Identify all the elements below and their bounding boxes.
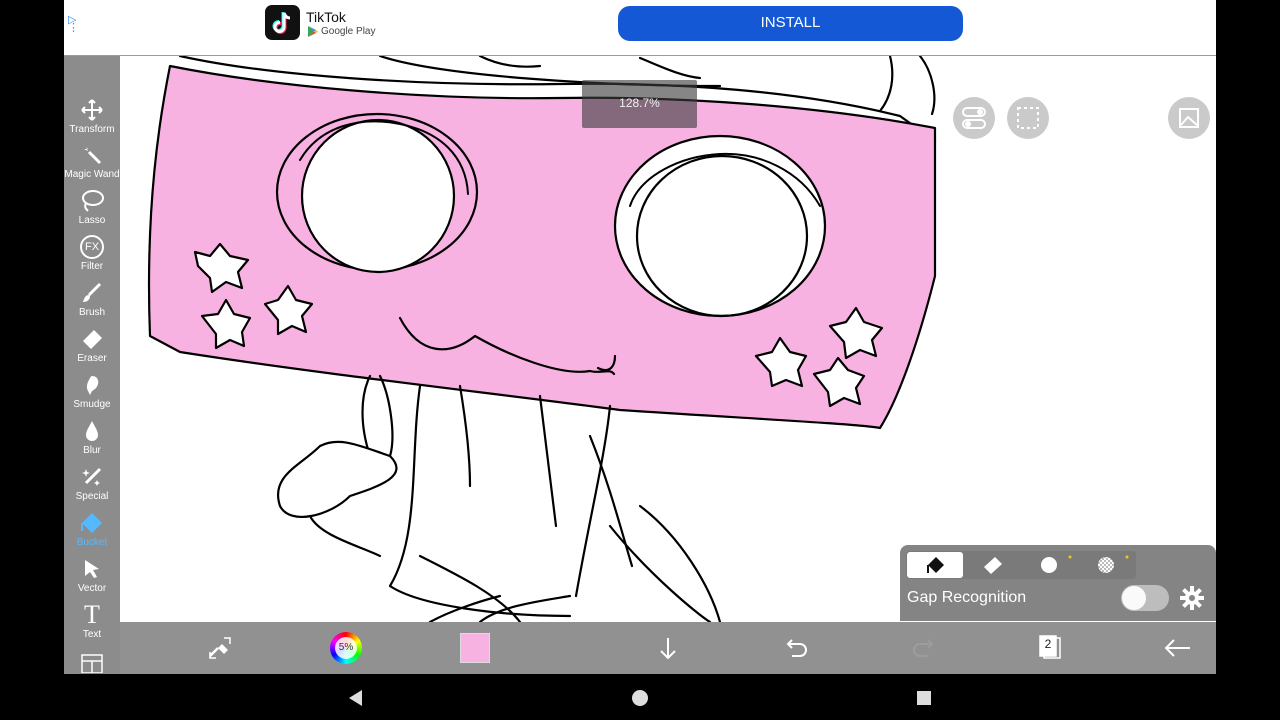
paint-bucket-icon [81,513,102,533]
triangle-back-icon [349,690,362,706]
tool-label: Text [82,629,102,640]
reference-image-button[interactable] [1168,97,1210,139]
circle-home-icon [632,690,648,706]
tool-transform[interactable]: Transform [64,96,120,142]
arrow-left-icon [1164,639,1190,657]
eraser-fill-icon [984,557,1002,574]
tool-brush[interactable]: Brush [64,279,120,325]
tool-label: Eraser [77,353,107,364]
adchoices-icon[interactable]: ▷ ⋮ [68,15,79,44]
fx-icon: FX [80,235,104,259]
tool-label: Filter [80,261,104,272]
magic-wand-icon [84,147,102,165]
undo-icon [786,639,807,657]
quick-tools-button[interactable] [204,632,236,664]
dashed-selection-icon [1017,107,1039,129]
tool-lasso[interactable]: Lasso [64,187,120,233]
tool-label: Smudge [73,399,111,410]
tool-label: Transform [69,124,115,135]
app-window: ▷ ⋮ TikTok Google Play INSTALL 128.7% Tr… [64,0,1216,674]
tool-label: Bucket [76,537,108,548]
nav-recents-button[interactable] [912,686,936,710]
bottom-toolbar: 5% 2 [120,622,1216,674]
gap-settings-button[interactable] [1179,585,1205,611]
tool-label: Lasso [78,215,106,226]
text-t-icon: T [84,600,100,629]
pen-eraser-icon [209,637,231,659]
tool-filter[interactable]: FX Filter [64,233,120,279]
toggle-icon [962,107,986,129]
circle-fill-icon [1041,555,1072,573]
tool-special[interactable]: Special [64,463,120,509]
artwork [147,56,937,622]
undo-button[interactable] [780,632,812,664]
tool-bucket[interactable]: Bucket [64,509,120,555]
drawing-canvas[interactable] [120,56,1216,622]
fill-mode-circle[interactable] [1021,552,1077,578]
tool-label: Blur [83,445,101,456]
layers-button[interactable]: 2 [1034,632,1066,664]
selection-button[interactable] [1007,97,1049,139]
ad-app-name: TikTok [306,9,346,25]
tool-eraser[interactable]: Eraser [64,325,120,371]
tool-label: Special [75,491,109,502]
brush-icon [83,282,102,302]
nav-back-button[interactable] [344,686,368,710]
tool-vector[interactable]: Vector [64,555,120,601]
redo-button[interactable] [908,632,940,664]
square-recents-icon [917,691,931,705]
arrow-down-icon [660,638,676,660]
back-button[interactable] [1162,632,1194,664]
tool-magic-wand[interactable]: Magic Wand [64,141,120,187]
toggle-knob [1122,586,1146,610]
fill-mode-selector [906,551,1136,579]
checker-circle-icon [1098,555,1129,573]
tool-frame[interactable] [64,647,120,674]
ad-banner[interactable]: ▷ ⋮ TikTok Google Play INSTALL [64,0,1216,56]
fill-mode-transparent[interactable] [1078,552,1134,578]
install-button[interactable]: INSTALL [618,6,963,41]
nav-home-button[interactable] [628,686,652,710]
gap-recognition-label: Gap Recognition [907,589,1027,606]
tiktok-logo-icon[interactable] [265,5,300,40]
ad-store-badge: Google Play [308,26,375,37]
bucket-options-panel: Gap Recognition [900,545,1216,621]
sparkle-pen-icon [82,467,102,486]
smudge-finger-icon [86,376,99,395]
ad-store-label: Google Play [321,26,376,37]
tool-blur[interactable]: Blur [64,417,120,463]
move-arrows-icon [81,99,103,121]
tool-smudge[interactable]: Smudge [64,371,120,417]
android-nav-bar [0,674,1280,720]
redo-icon [913,639,934,657]
tool-label: Magic Wand [64,169,120,180]
download-button[interactable] [652,632,684,664]
eraser-icon [83,330,102,349]
tool-label: Vector [77,583,107,594]
gap-recognition-toggle[interactable] [1121,585,1169,611]
brush-size-value: 5% [335,637,357,659]
fill-mode-bucket[interactable] [907,552,963,578]
tool-sidebar: Transform Magic Wand Lasso FX Filter Bru… [64,56,120,674]
color-swatch-button[interactable] [460,633,490,663]
layer-count: 2 [1044,637,1052,651]
toggle-panels-button[interactable] [953,97,995,139]
google-play-icon [308,26,318,37]
tool-text[interactable]: T Text [64,601,120,647]
bucket-fill-icon [927,557,944,573]
lasso-icon [82,190,104,212]
droplet-icon [86,421,98,441]
tool-label: Brush [78,307,106,318]
image-icon [1179,108,1199,128]
fill-mode-eraser[interactable] [964,552,1020,578]
cursor-arrow-icon [85,560,99,578]
frame-divider-icon [81,654,103,673]
gear-icon [1180,586,1204,610]
zoom-indicator: 128.7% [582,80,697,128]
brush-size-button[interactable]: 5% [330,632,362,664]
